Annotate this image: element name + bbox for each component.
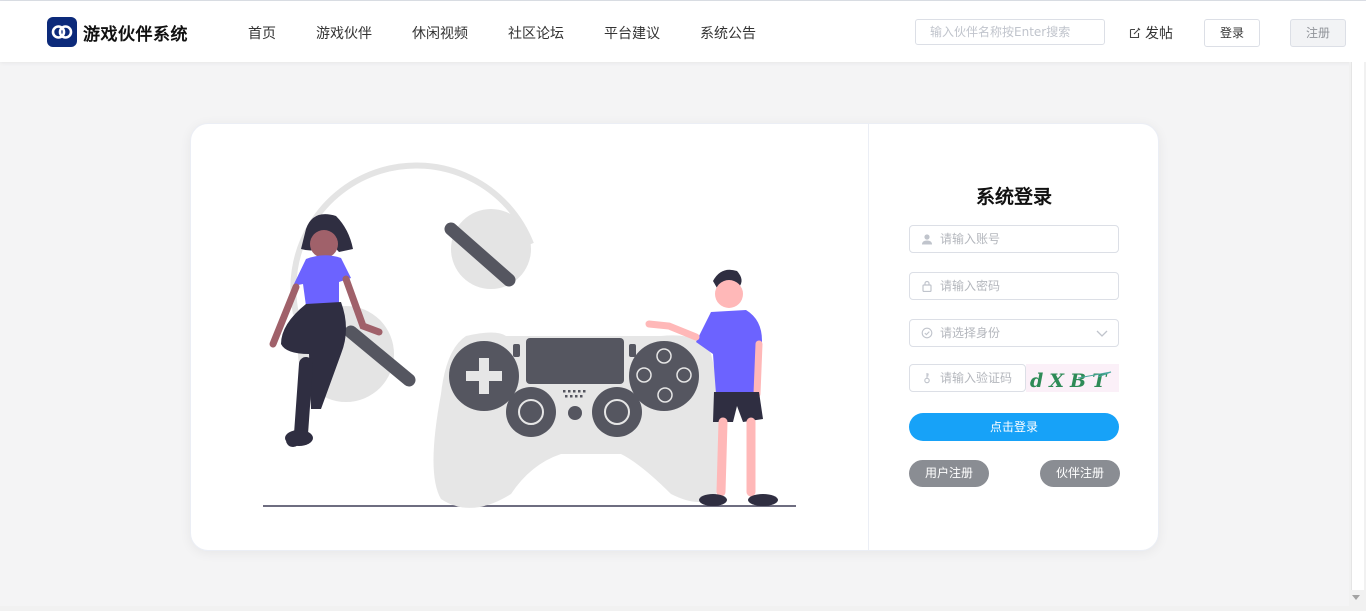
check-circle-icon xyxy=(921,327,933,339)
user-register-button[interactable]: 用户注册 xyxy=(909,460,989,487)
chevron-down-icon[interactable] xyxy=(1096,330,1108,338)
login-submit-button[interactable]: 点击登录 xyxy=(909,413,1119,441)
nav-game-partners[interactable]: 游戏伙伴 xyxy=(316,23,372,43)
scroll-down-arrow-icon[interactable] xyxy=(1352,595,1360,600)
lock-icon xyxy=(922,280,932,292)
partner-search-input[interactable] xyxy=(915,19,1105,45)
account-input[interactable] xyxy=(940,226,1110,252)
captcha-text: dXBT xyxy=(1030,370,1112,392)
login-title: 系统登录 xyxy=(975,186,1052,208)
edit-icon xyxy=(1129,27,1141,39)
role-select[interactable] xyxy=(909,319,1119,347)
brand-logo-icon[interactable] xyxy=(47,17,77,47)
captcha-field[interactable] xyxy=(909,364,1026,392)
nav-home[interactable]: 首页 xyxy=(248,23,276,43)
captcha-input[interactable] xyxy=(940,365,1024,391)
nav-platform-suggestions[interactable]: 平台建议 xyxy=(604,23,660,43)
login-button[interactable]: 登录 xyxy=(1204,19,1260,47)
brand-name[interactable]: 游戏伙伴系统 xyxy=(83,20,188,45)
password-field[interactable] xyxy=(909,272,1119,300)
key-icon xyxy=(924,373,930,384)
password-input[interactable] xyxy=(940,273,1110,299)
nav-leisure-videos[interactable]: 休闲视频 xyxy=(412,23,468,43)
register-button[interactable]: 注册 xyxy=(1290,19,1346,47)
horizontal-scrollbar[interactable] xyxy=(0,606,1349,611)
post-label: 发帖 xyxy=(1145,26,1173,42)
nav-system-announcements[interactable]: 系统公告 xyxy=(700,23,756,43)
user-icon xyxy=(922,234,932,245)
captcha-image[interactable]: dXBT xyxy=(1026,364,1119,392)
nav-community-forum[interactable]: 社区论坛 xyxy=(508,23,564,43)
login-card: 系统登录 dXBT xyxy=(190,123,1159,551)
post-button[interactable]: 发帖 xyxy=(1129,23,1173,43)
scrollbar-thumb[interactable] xyxy=(1351,62,1364,590)
partner-register-button[interactable]: 伙伴注册 xyxy=(1040,460,1120,487)
card-divider xyxy=(868,124,869,550)
account-field[interactable] xyxy=(909,225,1119,253)
top-navbar: 游戏伙伴系统 首页 游戏伙伴 休闲视频 社区论坛 平台建议 系统公告 发帖 登录… xyxy=(0,1,1366,62)
gaming-illustration xyxy=(263,162,796,508)
role-select-input[interactable] xyxy=(940,320,1080,346)
